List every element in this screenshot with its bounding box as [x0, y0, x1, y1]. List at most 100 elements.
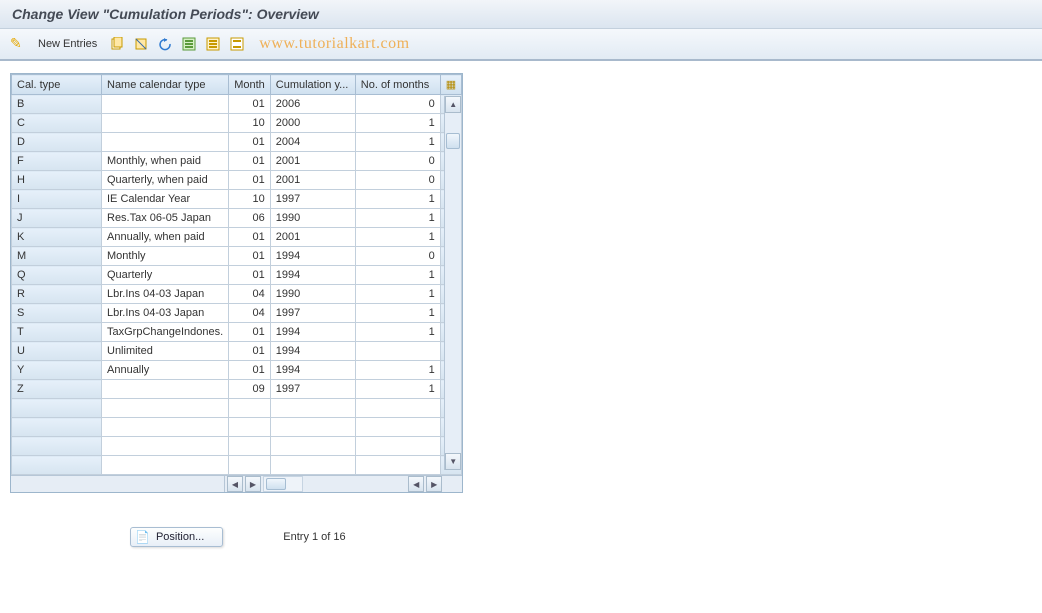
col-header-name[interactable]: Name calendar type — [102, 75, 229, 95]
cell-name[interactable] — [102, 399, 229, 418]
new-entries-button[interactable]: New Entries — [32, 36, 103, 52]
table-row[interactable]: FMonthly, when paid0120010 — [12, 152, 462, 171]
table-row[interactable]: D 0120041 — [12, 133, 462, 152]
cell-name[interactable]: Lbr.Ins 04-03 Japan — [102, 304, 229, 323]
cell-caltype[interactable]: Y — [12, 361, 102, 380]
cell-cumulation[interactable] — [270, 418, 355, 437]
hscroll2-left-button[interactable]: ◀ — [408, 476, 424, 492]
select-all-icon[interactable] — [179, 34, 199, 54]
cell-caltype[interactable]: C — [12, 114, 102, 133]
cell-month[interactable]: 04 — [229, 285, 271, 304]
cell-cumulation[interactable]: 1997 — [270, 304, 355, 323]
cell-caltype[interactable]: T — [12, 323, 102, 342]
cell-cumulation[interactable] — [270, 437, 355, 456]
cell-name[interactable]: TaxGrpChangeIndones. — [102, 323, 229, 342]
table-row[interactable] — [12, 418, 462, 437]
cell-month[interactable]: 01 — [229, 152, 271, 171]
table-row[interactable]: JRes.Tax 06-05 Japan0619901 — [12, 209, 462, 228]
hscroll2-right-button[interactable]: ▶ — [426, 476, 442, 492]
cell-caltype[interactable]: K — [12, 228, 102, 247]
cell-name[interactable] — [102, 418, 229, 437]
cell-cumulation[interactable]: 2001 — [270, 228, 355, 247]
hscroll-thumb[interactable] — [266, 478, 286, 490]
cell-name[interactable]: IE Calendar Year — [102, 190, 229, 209]
cell-cumulation[interactable]: 1994 — [270, 266, 355, 285]
cell-name[interactable]: Lbr.Ins 04-03 Japan — [102, 285, 229, 304]
cell-month[interactable] — [229, 437, 271, 456]
cell-cumulation[interactable]: 1994 — [270, 361, 355, 380]
cell-month[interactable] — [229, 456, 271, 475]
table-row[interactable]: IIE Calendar Year1019971 — [12, 190, 462, 209]
cell-nomonths[interactable]: 0 — [355, 171, 440, 190]
cell-caltype[interactable] — [12, 437, 102, 456]
cell-month[interactable]: 01 — [229, 323, 271, 342]
scroll-thumb[interactable] — [446, 133, 460, 149]
cell-caltype[interactable]: J — [12, 209, 102, 228]
cell-caltype[interactable]: Q — [12, 266, 102, 285]
cell-nomonths[interactable]: 0 — [355, 152, 440, 171]
col-header-cumulation[interactable]: Cumulation y... — [270, 75, 355, 95]
cell-month[interactable]: 01 — [229, 266, 271, 285]
table-row[interactable]: RLbr.Ins 04-03 Japan0419901 — [12, 285, 462, 304]
cell-nomonths[interactable]: 1 — [355, 209, 440, 228]
hscroll-left-button[interactable]: ◀ — [227, 476, 243, 492]
cell-nomonths[interactable]: 1 — [355, 285, 440, 304]
undo-icon[interactable] — [155, 34, 175, 54]
cell-cumulation[interactable]: 1990 — [270, 209, 355, 228]
cell-nomonths[interactable] — [355, 342, 440, 361]
table-row[interactable] — [12, 399, 462, 418]
cell-month[interactable]: 06 — [229, 209, 271, 228]
cell-nomonths[interactable]: 1 — [355, 133, 440, 152]
cell-caltype[interactable]: R — [12, 285, 102, 304]
cell-cumulation[interactable]: 1994 — [270, 247, 355, 266]
cell-nomonths[interactable]: 1 — [355, 190, 440, 209]
cell-nomonths[interactable]: 1 — [355, 228, 440, 247]
hscroll-track[interactable] — [263, 476, 303, 492]
col-header-month[interactable]: Month — [229, 75, 271, 95]
select-block-icon[interactable] — [203, 34, 223, 54]
table-row[interactable] — [12, 437, 462, 456]
cell-caltype[interactable]: F — [12, 152, 102, 171]
cell-cumulation[interactable]: 1990 — [270, 285, 355, 304]
cell-cumulation[interactable]: 1997 — [270, 190, 355, 209]
cell-month[interactable]: 01 — [229, 133, 271, 152]
cell-cumulation[interactable]: 2001 — [270, 171, 355, 190]
cell-name[interactable]: Annually — [102, 361, 229, 380]
cell-nomonths[interactable] — [355, 399, 440, 418]
cell-caltype[interactable]: Z — [12, 380, 102, 399]
configure-columns-icon[interactable] — [446, 79, 456, 91]
cell-name[interactable]: Annually, when paid — [102, 228, 229, 247]
cell-cumulation[interactable]: 1994 — [270, 342, 355, 361]
cell-nomonths[interactable] — [355, 456, 440, 475]
cell-caltype[interactable]: S — [12, 304, 102, 323]
cell-name[interactable]: Quarterly, when paid — [102, 171, 229, 190]
cell-name[interactable] — [102, 437, 229, 456]
cell-caltype[interactable]: I — [12, 190, 102, 209]
cell-nomonths[interactable]: 1 — [355, 361, 440, 380]
cell-cumulation[interactable]: 1994 — [270, 323, 355, 342]
table-row[interactable]: MMonthly0119940 — [12, 247, 462, 266]
delete-icon[interactable] — [131, 34, 151, 54]
cell-month[interactable]: 10 — [229, 114, 271, 133]
cell-cumulation[interactable]: 2004 — [270, 133, 355, 152]
cell-month[interactable] — [229, 418, 271, 437]
cell-name[interactable]: Quarterly — [102, 266, 229, 285]
cell-month[interactable]: 09 — [229, 380, 271, 399]
scroll-track[interactable] — [445, 113, 461, 453]
table-row[interactable]: SLbr.Ins 04-03 Japan0419971 — [12, 304, 462, 323]
cell-name[interactable]: Unlimited — [102, 342, 229, 361]
cell-cumulation[interactable]: 1997 — [270, 380, 355, 399]
cell-name[interactable]: Res.Tax 06-05 Japan — [102, 209, 229, 228]
col-header-caltype[interactable]: Cal. type — [12, 75, 102, 95]
cell-month[interactable]: 01 — [229, 361, 271, 380]
cell-caltype[interactable] — [12, 456, 102, 475]
cell-month[interactable]: 04 — [229, 304, 271, 323]
cell-month[interactable]: 01 — [229, 342, 271, 361]
cell-month[interactable]: 01 — [229, 95, 271, 114]
cell-caltype[interactable]: D — [12, 133, 102, 152]
cell-month[interactable]: 01 — [229, 247, 271, 266]
cell-name[interactable]: Monthly — [102, 247, 229, 266]
deselect-all-icon[interactable] — [227, 34, 247, 54]
table-row[interactable]: HQuarterly, when paid0120010 — [12, 171, 462, 190]
hscroll-right-button[interactable]: ▶ — [245, 476, 261, 492]
